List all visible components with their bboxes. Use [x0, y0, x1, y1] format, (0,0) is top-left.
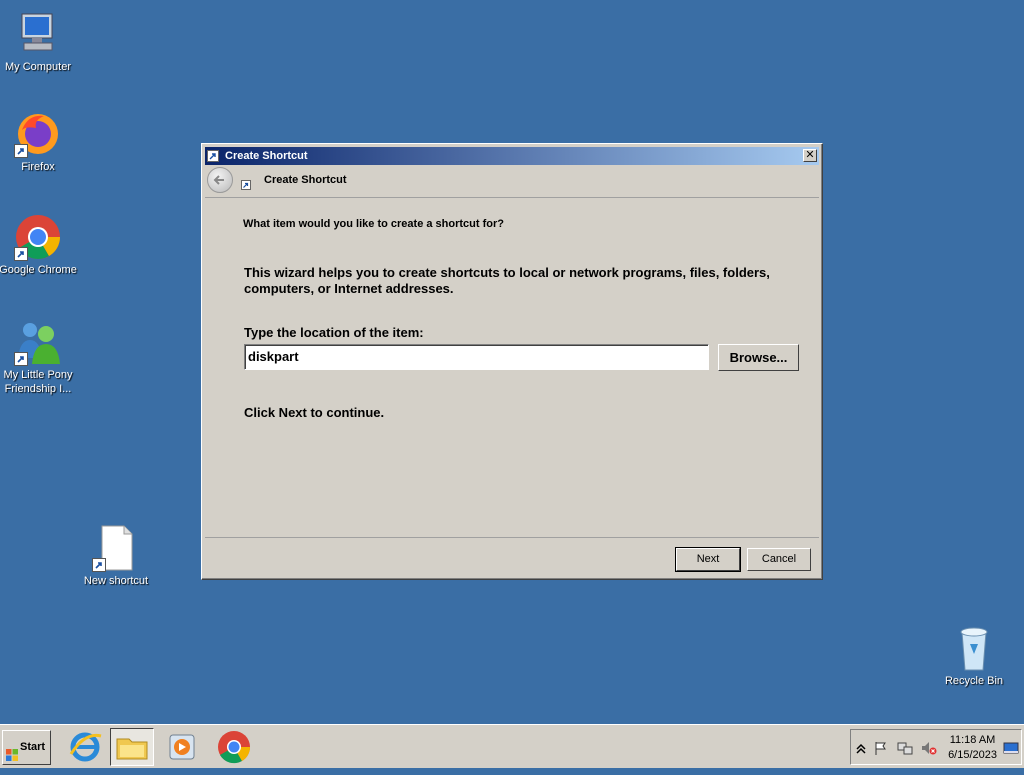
- desktop-icon-my-little-pony[interactable]: My Little Pony Friendship I...: [0, 318, 78, 396]
- desktop-icon-label: Recycle Bin: [944, 675, 1004, 687]
- chrome-icon: [218, 731, 251, 764]
- wizard-content: What item would you like to create a sho…: [205, 197, 819, 538]
- create-shortcut-dialog: Create Shortcut ✕ Create Shortcut What i…: [201, 143, 823, 580]
- media-player-icon: [169, 734, 195, 760]
- show-desktop-icon[interactable]: [1003, 740, 1019, 756]
- start-button[interactable]: Start: [2, 730, 51, 765]
- show-hidden-icons-chevron-icon[interactable]: [853, 740, 869, 756]
- wizard-header: Create Shortcut: [205, 165, 819, 197]
- back-arrow-icon: [213, 175, 224, 185]
- system-tray: 11:18 AM 6/15/2023: [850, 729, 1022, 765]
- close-icon: ✕: [805, 149, 815, 161]
- cancel-button[interactable]: Cancel: [747, 548, 811, 571]
- flag-icon[interactable]: [873, 740, 889, 756]
- clock-date: 6/15/2023: [948, 749, 997, 761]
- shortcut-arrow-icon: [14, 247, 28, 261]
- desktop-icon-label: My Little Pony Friendship I...: [3, 369, 73, 395]
- wizard-description: This wizard helps you to create shortcut…: [244, 265, 770, 296]
- desktop-icon-label: Firefox: [21, 161, 55, 173]
- location-label: Type the location of the item:: [244, 325, 424, 340]
- desktop-icon-firefox[interactable]: Firefox: [0, 110, 78, 174]
- wizard-title: Create Shortcut: [264, 174, 347, 186]
- location-input[interactable]: diskpart: [244, 344, 709, 370]
- taskbar: Start 11:18 AM 6/15/2023: [0, 724, 1024, 768]
- wizard-question: What item would you like to create a sho…: [243, 218, 504, 230]
- next-button[interactable]: Next: [675, 547, 741, 572]
- desktop-icon-recycle-bin[interactable]: Recycle Bin: [934, 624, 1014, 688]
- desktop-icon-label: My Computer: [4, 61, 72, 73]
- chrome-icon: [14, 213, 62, 261]
- taskbar-media-player[interactable]: [160, 728, 204, 766]
- shortcut-icon: [241, 177, 251, 190]
- desktop-icon-my-computer[interactable]: My Computer: [0, 10, 78, 74]
- users-icon: [14, 318, 62, 366]
- dialog-title: Create Shortcut: [225, 150, 308, 162]
- start-label: Start: [20, 741, 46, 753]
- desktop-icon-label: New shortcut: [83, 575, 149, 587]
- browse-button[interactable]: Browse...: [718, 344, 799, 371]
- recycle-bin-icon: [950, 624, 998, 672]
- back-button[interactable]: [207, 167, 233, 193]
- desktop-icon-new-shortcut[interactable]: New shortcut: [76, 524, 156, 588]
- firefox-icon: [14, 110, 62, 158]
- folder-icon: [116, 738, 148, 760]
- dialog-titlebar[interactable]: Create Shortcut ✕: [205, 147, 819, 165]
- clock-time: 11:18 AM: [949, 734, 996, 746]
- shortcut-arrow-icon: [14, 352, 28, 366]
- close-button[interactable]: ✕: [803, 149, 817, 162]
- blank-file-icon: [92, 524, 140, 572]
- desktop-icon-label: Google Chrome: [0, 264, 77, 276]
- shortcut-icon: [207, 150, 219, 162]
- shortcut-arrow-icon: [14, 144, 28, 158]
- computer-icon: [14, 10, 62, 58]
- taskbar-file-explorer[interactable]: [110, 728, 154, 766]
- volume-muted-icon[interactable]: [921, 740, 937, 756]
- windows-logo-icon: [6, 742, 18, 761]
- internet-explorer-icon: [69, 732, 102, 762]
- network-icon[interactable]: [897, 740, 913, 756]
- continue-hint: Click Next to continue.: [244, 405, 385, 420]
- taskbar-google-chrome[interactable]: [212, 728, 256, 766]
- desktop-icon-google-chrome[interactable]: Google Chrome: [0, 213, 78, 277]
- clock[interactable]: 11:18 AM 6/15/2023: [948, 733, 997, 763]
- shortcut-arrow-icon: [92, 558, 106, 572]
- taskbar-internet-explorer[interactable]: [63, 728, 107, 766]
